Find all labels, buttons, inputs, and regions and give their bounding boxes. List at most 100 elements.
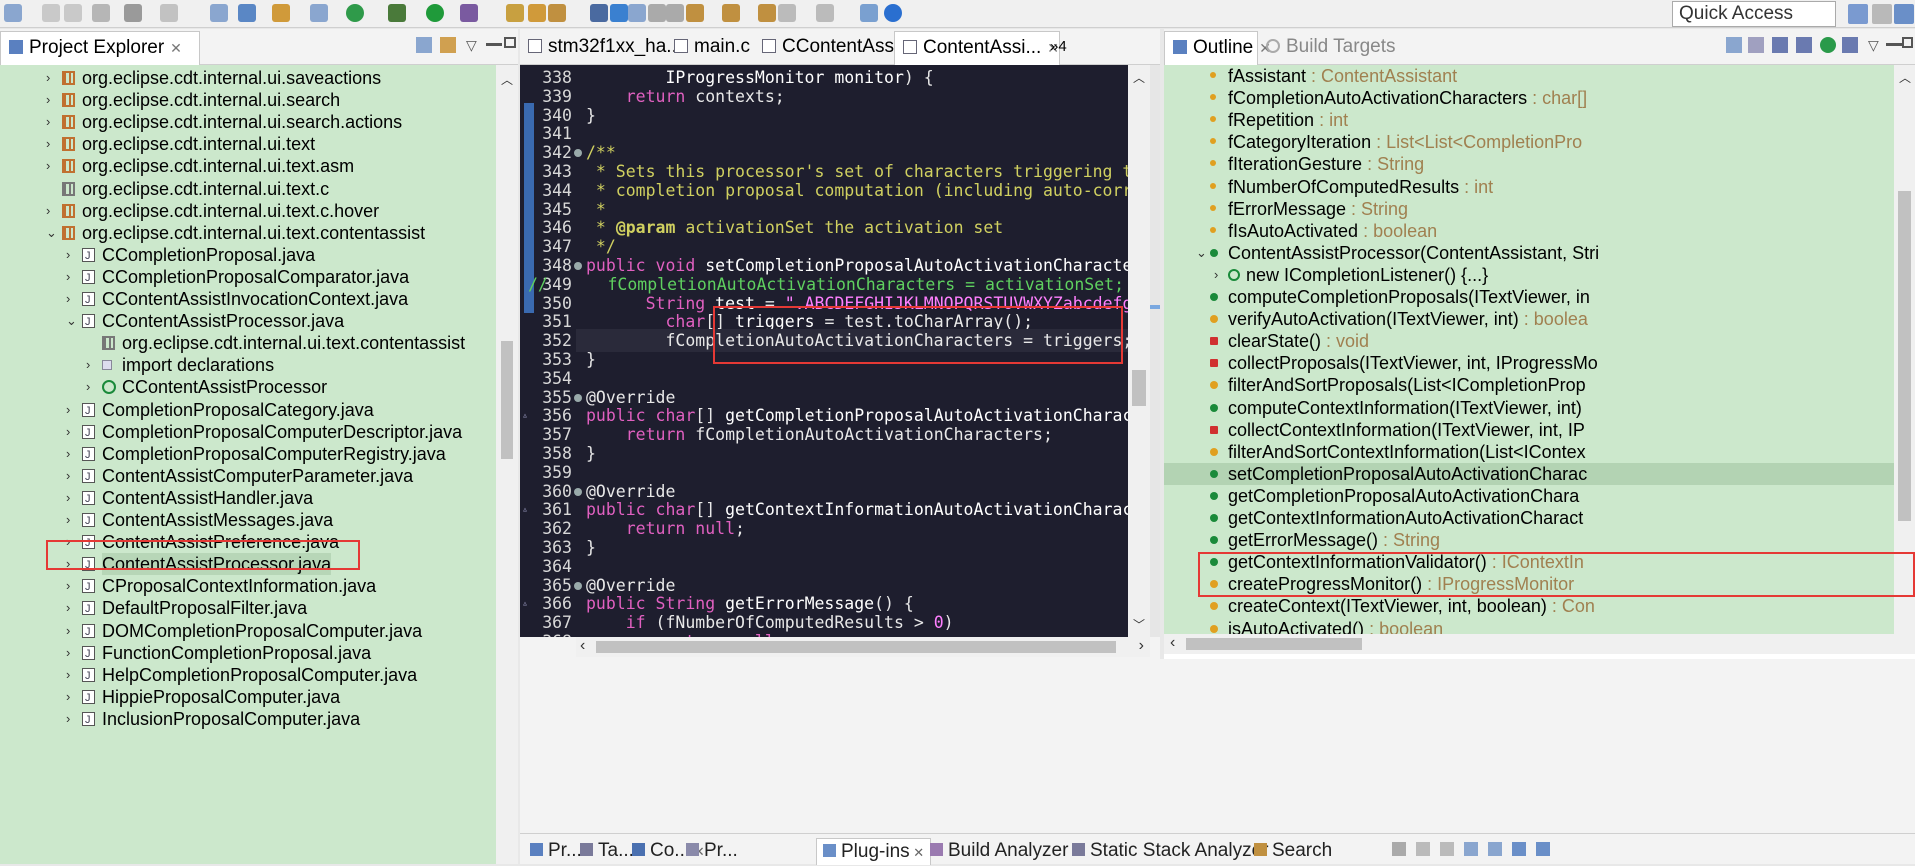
open-type-icon[interactable] <box>210 4 228 22</box>
panel-action-icon[interactable] <box>1536 842 1550 856</box>
code-line[interactable]: } <box>586 348 596 371</box>
gear-icon[interactable] <box>92 4 110 22</box>
chevron-right-icon[interactable]: › <box>66 465 70 487</box>
toggle-mark-icon[interactable] <box>628 4 646 22</box>
outline-item[interactable]: verifyAutoActivation(ITextViewer, int) :… <box>1164 308 1894 330</box>
view-menu-icon[interactable]: ▽ <box>1868 37 1884 53</box>
tree-item[interactable]: › org.eclipse.cdt.internal.ui.search.acti… <box>0 111 496 133</box>
outline-item[interactable]: createContext(ITextViewer, int, boolean)… <box>1164 595 1894 617</box>
maximize-icon[interactable] <box>1902 37 1913 48</box>
code-line[interactable]: return null; <box>586 630 784 637</box>
outline-item[interactable]: fCompletionAutoActivationCharacters : ch… <box>1164 87 1894 109</box>
last-edit-icon[interactable] <box>758 4 776 22</box>
chevron-right-icon[interactable]: › <box>66 509 70 531</box>
outline-item[interactable]: fNumberOfComputedResults : int <box>1164 176 1894 198</box>
tree-item[interactable]: › HelpCompletionProposalComputer.java <box>0 664 496 687</box>
outline-item[interactable]: getContextInformationAutoActivationChara… <box>1164 507 1894 529</box>
minimize-icon[interactable] <box>1886 43 1902 46</box>
scroll-right-icon[interactable]: › <box>1139 637 1144 655</box>
tree-item[interactable]: › CProposalContextInformation.java <box>0 575 496 598</box>
code-line[interactable]: * @param activationSet the activation se… <box>586 216 1003 239</box>
chevron-right-icon[interactable]: › <box>66 443 70 465</box>
tree-item[interactable]: › FunctionCompletionProposal.java <box>0 642 496 665</box>
code-line[interactable]: return fCompletionAutoActivationCharacte… <box>586 423 1053 446</box>
tree-item[interactable]: org.eclipse.cdt.internal.ui.text.content… <box>0 332 496 354</box>
outline-item[interactable]: getCompletionProposalAutoActivationChara <box>1164 485 1894 507</box>
run-icon[interactable] <box>426 4 444 22</box>
link-with-editor-icon[interactable] <box>440 37 456 53</box>
chevron-right-icon[interactable]: › <box>66 288 70 310</box>
editor-tab[interactable]: ContentAssi... ✕ <box>894 31 1061 65</box>
outline-item[interactable]: fIterationGesture : String <box>1164 153 1894 175</box>
tree-item[interactable]: › org.eclipse.cdt.internal.ui.saveactions <box>0 67 496 89</box>
code-line[interactable]: return contexts; <box>586 85 785 108</box>
outline-item[interactable]: computeCompletionProposals(ITextViewer, … <box>1164 286 1894 308</box>
outline-item[interactable]: filterAndSortProposals(List<ICompletionP… <box>1164 374 1894 396</box>
chevron-right-icon[interactable]: › <box>1214 264 1218 286</box>
outline-item[interactable]: fAssistant : ContentAssistant <box>1164 65 1894 87</box>
outline-item[interactable]: isAutoActivated() : boolean <box>1164 618 1894 634</box>
tree-item[interactable]: › org.eclipse.cdt.internal.ui.text <box>0 133 496 155</box>
tree-item[interactable]: › import declarations <box>0 354 496 376</box>
outline-item[interactable]: computeContextInformation(ITextViewer, i… <box>1164 397 1894 419</box>
chevron-down-icon[interactable]: ⌄ <box>46 222 57 244</box>
open-folder-icon[interactable] <box>506 4 524 22</box>
outline-item[interactable]: fRepetition : int <box>1164 109 1894 131</box>
tree-item[interactable]: › ContentAssistComputerParameter.java <box>0 465 496 488</box>
code-line[interactable]: } <box>586 104 596 127</box>
chevron-right-icon[interactable]: › <box>66 642 70 664</box>
scrollbar-thumb[interactable] <box>501 341 513 459</box>
scroll-left-icon[interactable]: ‹ <box>1170 634 1175 652</box>
override-marker-icon[interactable]: ▵ <box>522 598 528 609</box>
editor-tab[interactable]: stm32f1xx_ha... <box>520 31 682 65</box>
tab-project-explorer[interactable]: Project Explorer ✕ <box>0 31 200 65</box>
chevron-right-icon[interactable]: › <box>66 575 70 597</box>
maximize-icon[interactable] <box>504 37 516 48</box>
project-tree-scrollbar[interactable]: ︿ <box>496 65 518 864</box>
pin-icon[interactable] <box>590 4 608 22</box>
prev-annotation-icon[interactable] <box>722 4 740 22</box>
chevron-right-icon[interactable]: › <box>66 686 70 708</box>
outline-horizontal-scrollbar[interactable]: ‹ <box>1164 634 1915 654</box>
chevron-right-icon[interactable]: › <box>66 421 70 443</box>
tree-item[interactable]: › CCompletionProposal.java <box>0 244 496 267</box>
outline-item[interactable]: getErrorMessage() : String <box>1164 529 1894 551</box>
bottom-tab[interactable]: Ta... <box>580 838 634 865</box>
outline-item[interactable]: fCategoryIteration : List<List<Completio… <box>1164 131 1894 153</box>
chevron-right-icon[interactable]: › <box>46 133 50 155</box>
scroll-down-icon[interactable]: ﹀ <box>1133 616 1145 633</box>
open-perspective-icon[interactable] <box>860 4 878 22</box>
chevron-right-icon[interactable]: › <box>66 664 70 686</box>
tab-build-targets[interactable]: Build Targets <box>1258 31 1396 65</box>
bottom-tab[interactable]: Build Analyzer <box>930 838 1068 865</box>
chevron-right-icon[interactable]: › <box>46 89 50 111</box>
bottom-tab[interactable]: Pr... <box>530 838 582 865</box>
chevron-right-icon[interactable]: › <box>86 376 90 398</box>
search-icon[interactable] <box>548 4 566 22</box>
outline-item[interactable]: fIsAutoActivated : boolean <box>1164 220 1894 242</box>
chevron-right-icon[interactable]: › <box>66 620 70 642</box>
tree-item[interactable]: ⌄ CContentAssistProcessor.java <box>0 310 496 333</box>
chevron-right-icon[interactable]: › <box>66 244 70 266</box>
code-line[interactable]: * completion proposal computation (inclu… <box>586 179 1128 202</box>
tree-item[interactable]: › ContentAssistMessages.java <box>0 509 496 532</box>
info-icon[interactable] <box>884 4 902 22</box>
open-task-icon[interactable] <box>528 4 546 22</box>
tree-item[interactable]: ⌄ org.eclipse.cdt.internal.ui.text.conten… <box>0 222 496 244</box>
outline-item[interactable]: ⌄ ContentAssistProcessor(ContentAssistant… <box>1164 242 1894 264</box>
bottom-tab[interactable]: Search <box>1254 838 1332 865</box>
outline-item[interactable]: setCompletionProposalAutoActivationChara… <box>1164 462 1894 485</box>
tree-item[interactable]: › org.eclipse.cdt.internal.ui.search <box>0 89 496 111</box>
overview-mark[interactable] <box>1150 305 1160 309</box>
panel-action-icon[interactable] <box>1392 842 1406 856</box>
sort-icon[interactable] <box>1748 37 1764 53</box>
bottom-tab[interactable]: Plug-ins ✕ <box>816 838 932 865</box>
back-icon[interactable] <box>778 4 796 22</box>
scrollbar-thumb[interactable] <box>596 641 1116 653</box>
scroll-up-icon[interactable]: ︿ <box>1899 69 1911 86</box>
panel-action-icon[interactable] <box>1416 842 1430 856</box>
scrollbar-thumb[interactable] <box>1186 638 1362 650</box>
external-tools-icon[interactable] <box>460 4 478 22</box>
outline-item[interactable]: collectContextInformation(ITextViewer, i… <box>1164 419 1894 441</box>
bottom-tab[interactable]: Pr... <box>686 838 738 865</box>
